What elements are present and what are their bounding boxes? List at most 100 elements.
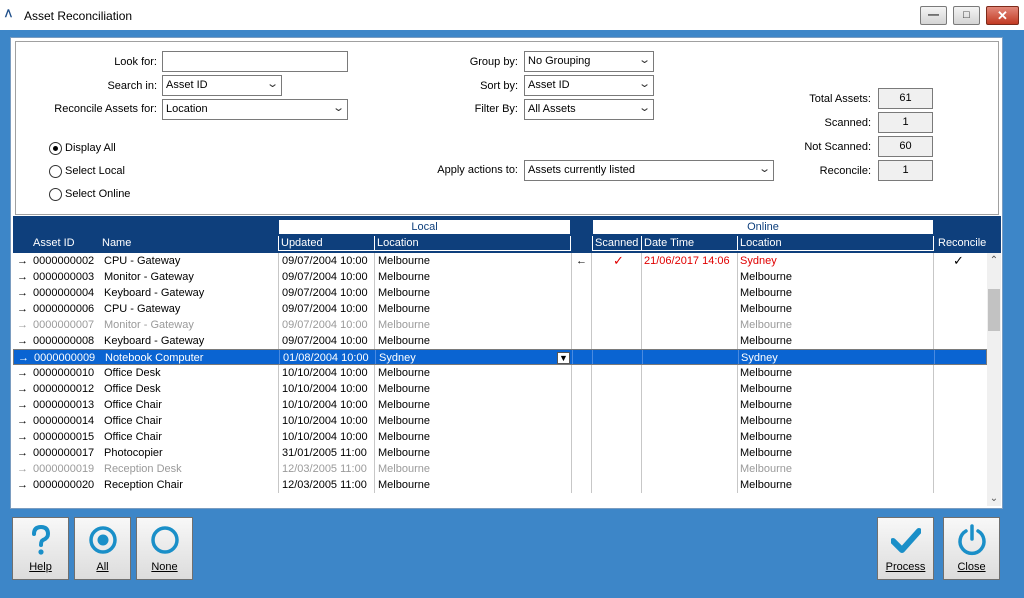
- column-divider: [571, 285, 572, 301]
- direction-cell: [576, 301, 590, 317]
- column-divider: [591, 317, 592, 333]
- sort-by-select[interactable]: Asset ID ⌄: [524, 75, 654, 96]
- not-scanned-value: 60: [878, 136, 933, 157]
- close-window-button[interactable]: ✕: [986, 6, 1019, 25]
- checkmark-icon: [891, 528, 921, 553]
- table-row[interactable]: → 0000000002 CPU - Gateway 09/07/2004 10:00…: [13, 253, 987, 269]
- table-row[interactable]: → 0000000013 Office Chair 10/10/2004 10:00 M…: [13, 397, 987, 413]
- direction-cell: [576, 285, 590, 301]
- scroll-up-icon[interactable]: ⌃: [987, 255, 1001, 266]
- table-row[interactable]: → 0000000020 Reception Chair 12/03/2005 11:…: [13, 477, 987, 493]
- column-divider: [737, 413, 738, 429]
- column-divider: [933, 253, 934, 269]
- column-divider: [641, 285, 642, 301]
- col-header-reconcile[interactable]: Reconcile: [938, 236, 986, 250]
- online-location-cell: Melbourne: [740, 447, 792, 459]
- select-none-button[interactable]: None: [136, 517, 193, 580]
- column-divider: [738, 350, 739, 364]
- table-row[interactable]: → 0000000010 Office Desk 10/10/2004 10:00 Me…: [13, 365, 987, 381]
- location-cell: Melbourne: [378, 479, 430, 491]
- filter-by-label: Filter By:: [474, 103, 518, 115]
- date-time-cell: [644, 333, 736, 349]
- row-arrow-icon: →: [17, 463, 28, 475]
- scanned-cell: [613, 269, 633, 285]
- not-scanned-label: Not Scanned:: [804, 141, 871, 153]
- group-header-local: Local: [278, 219, 571, 235]
- column-divider: [737, 285, 738, 301]
- apply-actions-value: Assets currently listed: [528, 164, 635, 176]
- table-row[interactable]: → 0000000015 Office Chair 10/10/2004 10:00 M…: [13, 429, 987, 445]
- column-divider: [571, 301, 572, 317]
- column-divider: [641, 269, 642, 285]
- maximize-button[interactable]: □: [953, 6, 980, 25]
- col-header-location[interactable]: Location: [374, 236, 571, 251]
- close-button[interactable]: Close: [943, 517, 1000, 580]
- table-row[interactable]: → 0000000004 Keyboard - Gateway 09/07/2004 …: [13, 285, 987, 301]
- column-divider: [737, 317, 738, 333]
- column-divider: [933, 429, 934, 445]
- col-header-scanned[interactable]: Scanned: [592, 236, 642, 251]
- select-all-button[interactable]: All: [74, 517, 131, 580]
- direction-cell: [576, 461, 590, 477]
- row-arrow-icon: →: [17, 431, 28, 443]
- reconcile-for-select[interactable]: Location ⌄: [162, 99, 348, 120]
- col-header-asset-id[interactable]: Asset ID: [33, 236, 75, 250]
- help-button[interactable]: Help: [12, 517, 69, 580]
- updated-cell: 09/07/2004 10:00: [282, 319, 368, 331]
- location-cell: Melbourne: [378, 335, 430, 347]
- column-divider: [737, 445, 738, 461]
- column-divider: [278, 445, 279, 461]
- location-cell: Melbourne: [378, 367, 430, 379]
- scroll-down-icon[interactable]: ⌄: [987, 493, 1001, 504]
- vertical-scrollbar[interactable]: ⌃ ⌄: [987, 253, 1001, 506]
- radio-display-all[interactable]: Display All: [49, 141, 116, 157]
- reconcile-cell: [953, 429, 973, 445]
- col-header-date-time[interactable]: Date Time: [641, 236, 738, 251]
- scanned-value: 1: [878, 112, 933, 133]
- column-divider: [933, 445, 934, 461]
- column-divider: [591, 333, 592, 349]
- col-header-updated[interactable]: Updated: [278, 236, 375, 251]
- app-icon: ᐱ: [5, 9, 12, 20]
- look-for-input[interactable]: [162, 51, 348, 72]
- search-in-select[interactable]: Asset ID ⌄: [162, 75, 282, 96]
- location-cell: Melbourne: [378, 415, 430, 427]
- scroll-thumb[interactable]: [988, 289, 1000, 331]
- table-row[interactable]: → 0000000007 Monitor - Gateway 09/07/2004 1…: [13, 317, 987, 333]
- location-cell: Melbourne: [378, 303, 430, 315]
- online-location-cell: Melbourne: [740, 367, 792, 379]
- date-time-cell: [644, 285, 736, 301]
- reconcile-cell: [953, 413, 973, 429]
- table-row[interactable]: → 0000000012 Office Desk 10/10/2004 10:00 Me…: [13, 381, 987, 397]
- table-row[interactable]: → 0000000019 Reception Desk 12/03/2005 11:0…: [13, 461, 987, 477]
- radio-select-local[interactable]: Select Local: [49, 164, 125, 180]
- column-divider: [933, 269, 934, 285]
- direction-cell: [576, 333, 590, 349]
- minimize-button[interactable]: —: [920, 6, 947, 25]
- apply-actions-select[interactable]: Assets currently listed ⌄: [524, 160, 774, 181]
- table-row[interactable]: → 0000000017 Photocopier 31/01/2005 11:00 Me…: [13, 445, 987, 461]
- column-divider: [278, 333, 279, 349]
- power-icon: [958, 524, 986, 556]
- table-row[interactable]: → 0000000008 Keyboard - Gateway 09/07/2004 …: [13, 333, 987, 349]
- table-row[interactable]: → 0000000006 CPU - Gateway 09/07/2004 10:00…: [13, 301, 987, 317]
- filter-by-select[interactable]: All Assets ⌄: [524, 99, 654, 120]
- direction-cell: [576, 429, 590, 445]
- table-row[interactable]: → 0000000003 Monitor - Gateway 09/07/2004 1…: [13, 269, 987, 285]
- col-header-online-location[interactable]: Location: [737, 236, 934, 251]
- row-arrow-icon: →: [17, 367, 28, 379]
- online-location-cell: Melbourne: [740, 415, 792, 427]
- chevron-down-icon: ⌄: [265, 78, 279, 90]
- column-divider: [278, 477, 279, 493]
- radio-select-online[interactable]: Select Online: [49, 187, 130, 203]
- col-header-name[interactable]: Name: [102, 236, 131, 250]
- process-button[interactable]: Process: [877, 517, 934, 580]
- asset-id-cell: 0000000002: [33, 255, 95, 267]
- location-cell: Melbourne: [378, 271, 430, 283]
- asset-name-cell: Monitor - Gateway: [104, 271, 194, 283]
- table-row[interactable]: → 0000000009 Notebook Computer 01/08/2004 1…: [13, 349, 987, 365]
- group-by-select[interactable]: No Grouping ⌄: [524, 51, 654, 72]
- column-divider: [933, 301, 934, 317]
- table-row[interactable]: → 0000000014 Office Chair 10/10/2004 10:00 M…: [13, 413, 987, 429]
- location-dropdown-icon[interactable]: ▼: [557, 352, 570, 364]
